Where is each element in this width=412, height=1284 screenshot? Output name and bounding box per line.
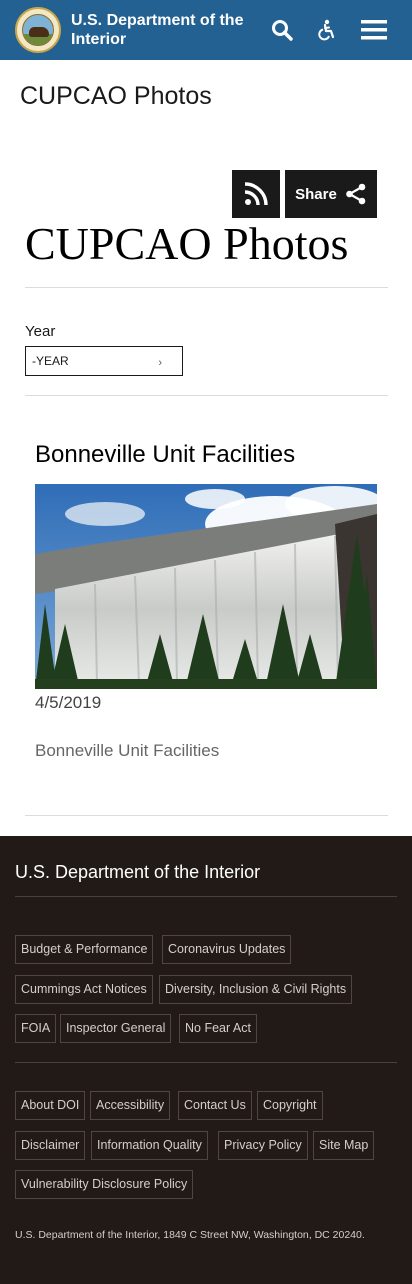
accessibility-icon — [318, 19, 335, 41]
footer-divider — [15, 896, 397, 897]
photo-card-title[interactable]: Bonneville Unit Facilities — [35, 440, 295, 470]
rss-icon — [244, 182, 268, 206]
footer-link-coronavirus[interactable]: Coronavirus Updates — [162, 935, 292, 964]
chevron-right-icon: › — [158, 357, 162, 369]
footer-link-about[interactable]: About DOI — [15, 1091, 86, 1120]
photo-card-date: 4/5/2019 — [35, 693, 102, 712]
page-header-title: CUPCAO Photos — [20, 82, 212, 110]
year-select-value: -YEAR — [32, 354, 69, 368]
share-label: Share — [295, 185, 337, 203]
search-button[interactable] — [267, 15, 297, 45]
footer-link-information-quality[interactable]: Information Quality — [91, 1131, 208, 1160]
accessibility-button[interactable] — [311, 15, 341, 45]
share-icon — [346, 183, 366, 205]
divider — [25, 395, 388, 396]
hamburger-menu-icon — [361, 20, 387, 40]
share-button[interactable]: Share — [285, 170, 377, 218]
seal-emblem — [22, 14, 54, 46]
rss-button[interactable] — [232, 170, 280, 218]
footer-link-vulnerability[interactable]: Vulnerability Disclosure Policy — [15, 1170, 194, 1199]
footer-link-privacy[interactable]: Privacy Policy — [218, 1131, 308, 1160]
dam-spillway-photo — [35, 484, 377, 689]
photo-card-caption: Bonneville Unit Facilities — [35, 741, 220, 760]
footer-divider — [15, 1062, 397, 1063]
year-select[interactable]: -YEAR › — [25, 346, 183, 376]
footer-link-copyright[interactable]: Copyright — [257, 1091, 323, 1120]
bison-icon — [29, 27, 49, 37]
site-footer: U.S. Department of the Interior Budget &… — [0, 836, 412, 1284]
menu-button[interactable] — [360, 15, 388, 45]
footer-link-foia[interactable]: FOIA — [15, 1014, 57, 1043]
footer-link-contact[interactable]: Contact Us — [178, 1091, 252, 1120]
divider — [25, 287, 388, 288]
footer-title-link[interactable]: U.S. Department of the Interior — [15, 861, 260, 883]
footer-link-no-fear[interactable]: No Fear Act — [179, 1014, 257, 1043]
page-title: CUPCAO Photos — [25, 218, 349, 269]
footer-link-site-map[interactable]: Site Map — [313, 1131, 375, 1160]
doi-seal-logo[interactable] — [15, 7, 61, 53]
footer-link-disclaimer[interactable]: Disclaimer — [15, 1131, 86, 1160]
footer-address: U.S. Department of the Interior, 1849 C … — [15, 1229, 365, 1241]
divider — [25, 815, 388, 816]
footer-link-accessibility[interactable]: Accessibility — [90, 1091, 171, 1120]
footer-link-budget[interactable]: Budget & Performance — [15, 935, 154, 964]
site-title-link[interactable]: U.S. Department of the Interior — [71, 11, 261, 49]
footer-link-diversity[interactable]: Diversity, Inclusion & Civil Rights — [159, 975, 353, 1004]
site-header: U.S. Department of the Interior — [0, 0, 412, 60]
year-filter-label: Year — [25, 323, 56, 340]
footer-link-cummings[interactable]: Cummings Act Notices — [15, 975, 153, 1004]
photo-card-image[interactable] — [35, 484, 377, 689]
footer-link-inspector-general[interactable]: Inspector General — [60, 1014, 172, 1043]
search-icon — [272, 20, 293, 41]
